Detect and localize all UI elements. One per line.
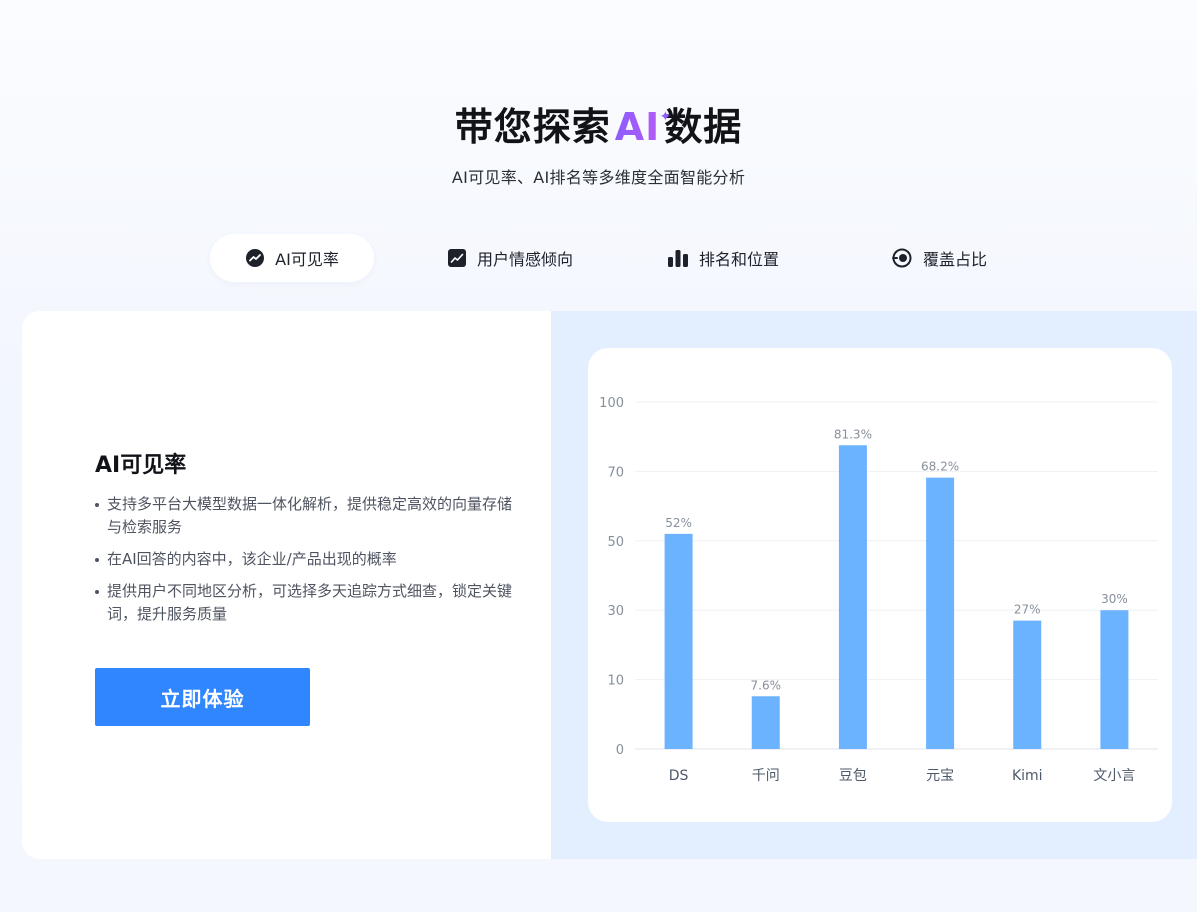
tab-ai-visibility[interactable]: AI可见率 bbox=[210, 234, 374, 282]
bar bbox=[926, 477, 955, 749]
hero-title-suffix: 数据 bbox=[664, 105, 743, 149]
bar bbox=[1100, 610, 1129, 749]
data-label: 7.6% bbox=[751, 678, 782, 692]
bar bbox=[751, 696, 780, 749]
y-tick-label: 30 bbox=[607, 604, 624, 619]
x-tick-label: Kimi bbox=[1012, 768, 1043, 784]
data-label: 27% bbox=[1014, 603, 1041, 617]
tab-label: 覆盖占比 bbox=[922, 250, 987, 269]
hero-title-ai-text: AI bbox=[614, 105, 661, 149]
bar bbox=[838, 445, 867, 749]
y-tick-label: 50 bbox=[607, 535, 624, 550]
data-label: 52% bbox=[665, 516, 692, 530]
y-tick-label: 0 bbox=[616, 743, 624, 758]
list-item: 提供用户不同地区分析，可选择多天追踪方式细查，锁定关键词，提升服务质量 bbox=[95, 580, 515, 626]
x-tick-label: DS bbox=[669, 768, 689, 784]
bar-chart-icon bbox=[667, 250, 688, 267]
data-label: 68.2% bbox=[921, 460, 959, 474]
y-tick-label: 100 bbox=[599, 396, 624, 411]
feature-bullet-list: 支持多平台大模型数据一体化解析，提供稳定高效的向量存储与检索服务 在AI回答的内… bbox=[95, 493, 515, 635]
hero-title-prefix: 带您探索 bbox=[454, 105, 611, 149]
bar bbox=[664, 533, 693, 749]
chart-card: 0 10 30 50 70 100 52% DS 7.6% 千问 81.3% 豆包 68.2% 元宝 27%… bbox=[588, 348, 1172, 822]
feature-tabs: AI可见率 用户情感倾向 排名和位置 覆盖占比 bbox=[0, 234, 1197, 282]
data-label: 30% bbox=[1101, 592, 1128, 606]
feature-title: AI可见率 bbox=[95, 453, 187, 478]
y-tick-label: 70 bbox=[607, 465, 624, 480]
hero-subtitle: AI可见率、AI排名等多维度全面智能分析 bbox=[451, 168, 746, 187]
x-tick-label: 豆包 bbox=[839, 768, 867, 784]
target-ring-icon bbox=[891, 248, 912, 268]
x-tick-label: 千问 bbox=[752, 768, 780, 784]
list-item: 在AI回答的内容中，该企业/产品出现的概率 bbox=[95, 548, 515, 571]
list-item: 支持多平台大模型数据一体化解析，提供稳定高效的向量存储与检索服务 bbox=[95, 493, 515, 539]
tab-label: AI可见率 bbox=[275, 250, 339, 269]
tab-coverage-share[interactable]: 覆盖占比 bbox=[872, 234, 1006, 282]
x-tick-label: 文小言 bbox=[1093, 768, 1135, 784]
hero-title: 带您探索 AI ✦ 数据 bbox=[0, 96, 1197, 151]
bar bbox=[1013, 620, 1042, 749]
line-chart-square-icon bbox=[447, 249, 466, 267]
tab-user-sentiment[interactable]: 用户情感倾向 bbox=[425, 234, 595, 282]
y-tick-label: 10 bbox=[607, 674, 624, 689]
tab-label: 用户情感倾向 bbox=[476, 250, 573, 269]
tab-label: 排名和位置 bbox=[698, 250, 779, 269]
visibility-bar-chart: 0 10 30 50 70 100 52% DS 7.6% 千问 81.3% 豆包 68.2% 元宝 27%… bbox=[599, 396, 1158, 784]
trend-circle-icon bbox=[246, 249, 265, 267]
x-tick-label: 元宝 bbox=[926, 768, 954, 784]
sparkle-icon: ✦ bbox=[659, 109, 673, 125]
tab-ranking-position[interactable]: 排名和位置 bbox=[648, 234, 798, 282]
data-label: 81.3% bbox=[834, 427, 872, 441]
try-now-button[interactable]: 立即体验 bbox=[95, 668, 310, 726]
hero-title-ai: AI ✦ bbox=[614, 105, 672, 149]
